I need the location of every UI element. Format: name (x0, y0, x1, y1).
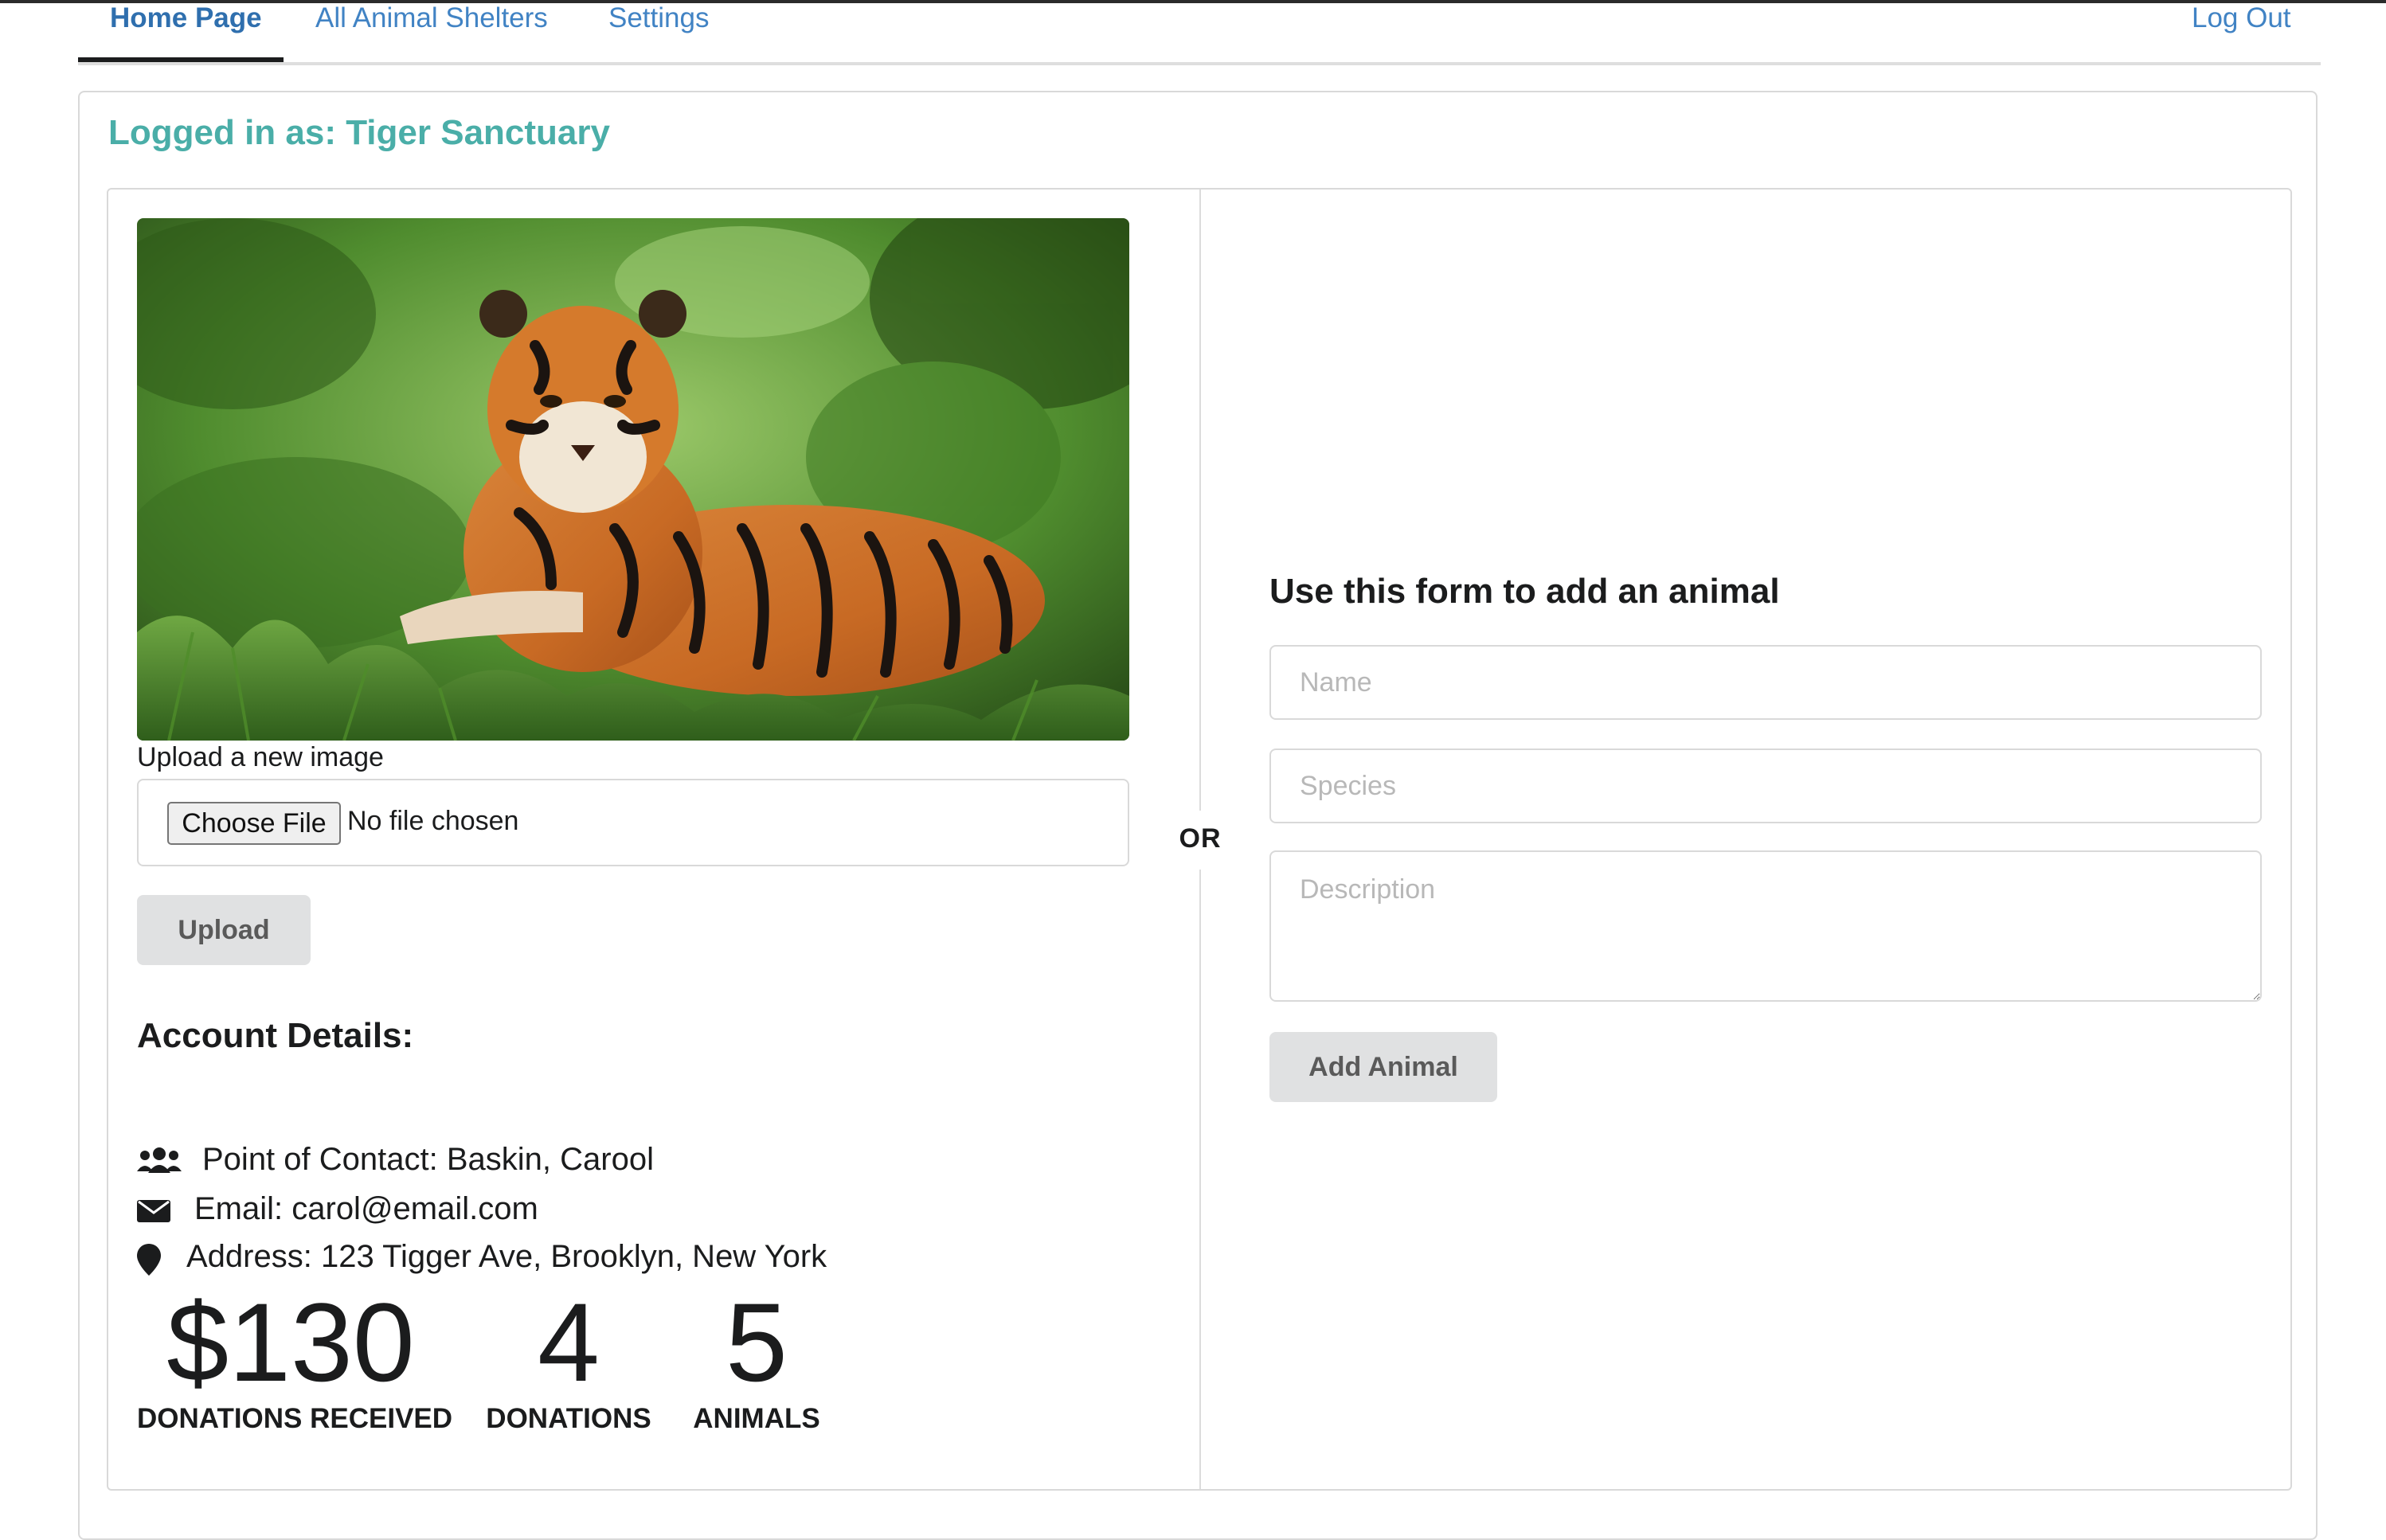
stat-animals: 5 ANIMALS (691, 1287, 822, 1435)
stat-label: DONATIONS RECEIVED (137, 1403, 453, 1434)
choose-file-button[interactable]: Choose File (167, 802, 341, 845)
upload-image-label: Upload a new image (137, 742, 384, 772)
add-animal-form-title: Use this form to add an animal (1269, 572, 1780, 611)
nav-all-animal-shelters[interactable]: All Animal Shelters (315, 0, 548, 37)
animal-name-input[interactable] (1269, 645, 2262, 720)
tiger-image (137, 218, 1129, 741)
address-text: Address: 123 Tigger Ave, Brooklyn, New Y… (186, 1239, 827, 1274)
stat-value: 4 (538, 1280, 600, 1405)
vertical-divider-top (1199, 190, 1201, 811)
nav-settings[interactable]: Settings (608, 0, 709, 37)
stat-value: $130 (166, 1280, 415, 1405)
stat-value: 5 (726, 1280, 788, 1405)
contact-text: Point of Contact: Baskin, Carool (202, 1142, 654, 1177)
no-file-chosen-text: No file chosen (347, 806, 519, 836)
add-animal-button[interactable]: Add Animal (1269, 1032, 1497, 1102)
email-text: Email: carol@email.com (194, 1191, 538, 1226)
animal-description-input[interactable] (1269, 850, 2262, 1002)
users-icon (137, 1147, 182, 1182)
envelope-icon (137, 1196, 170, 1232)
upload-button[interactable]: Upload (137, 895, 311, 965)
nav-home-page[interactable]: Home Page (110, 0, 262, 37)
top-nav: Home Page All Animal Shelters Settings L… (78, 0, 2321, 65)
profile-image (137, 218, 1129, 741)
map-marker-icon (137, 1244, 161, 1284)
active-tab-indicator (78, 57, 284, 62)
stat-donations: 4 DONATIONS (484, 1287, 653, 1435)
nav-log-out[interactable]: Log Out (2192, 0, 2291, 37)
stat-label: ANIMALS (693, 1403, 820, 1434)
stat-label: DONATIONS (486, 1403, 651, 1434)
animal-species-input[interactable] (1269, 749, 2262, 823)
account-details-title: Account Details: (137, 1016, 414, 1055)
or-divider-label: OR (1179, 823, 1222, 854)
vertical-divider-bottom (1199, 870, 1201, 1489)
logged-in-header: Logged in as: Tiger Sanctuary (108, 113, 610, 152)
stat-donations-received: $130 DONATIONS RECEIVED (137, 1280, 453, 1435)
